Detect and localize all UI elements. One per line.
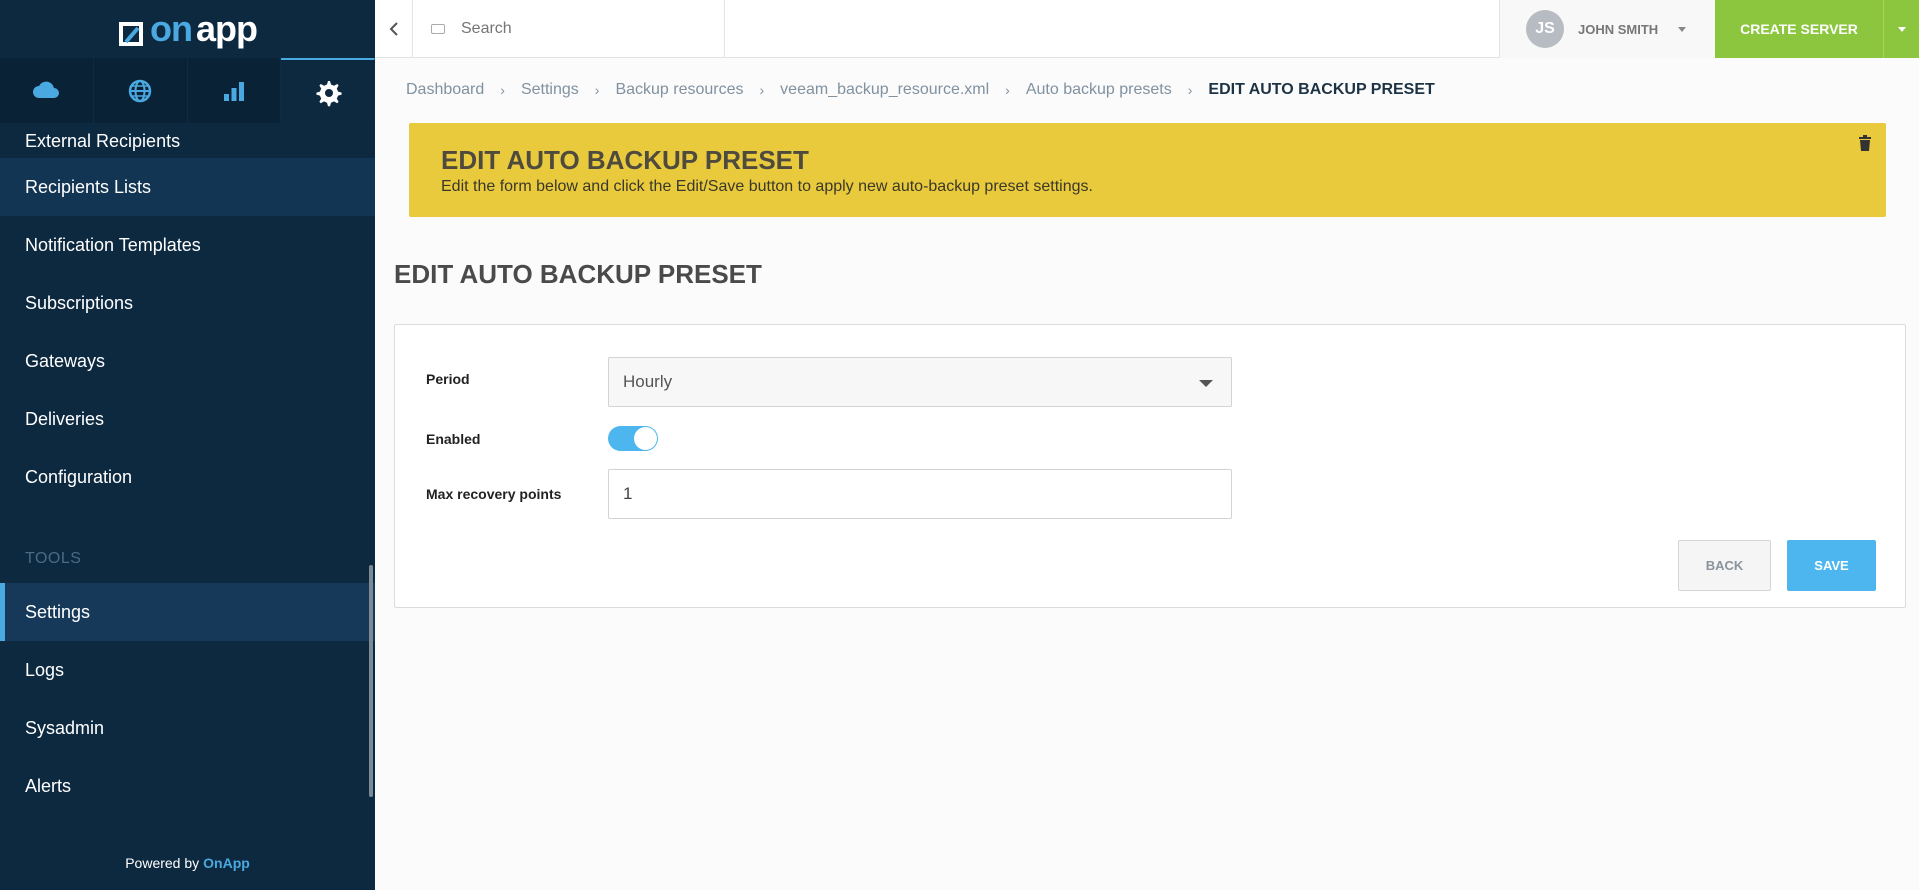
tab-cloud[interactable] xyxy=(0,58,94,123)
back-button[interactable]: BACK xyxy=(1678,540,1771,591)
sidebar-item-configuration[interactable]: Configuration xyxy=(0,448,375,506)
onapp-logo-mark-icon xyxy=(118,15,146,46)
globe-icon xyxy=(128,79,152,102)
banner-title: EDIT AUTO BACKUP PRESET xyxy=(441,145,809,175)
main-content: Dashboard › Settings › Backup resources … xyxy=(375,58,1919,890)
bar-chart-icon xyxy=(223,81,244,101)
keyboard-icon xyxy=(431,24,445,34)
sidebar-section-tools: TOOLS xyxy=(25,550,82,567)
powered-by: Powered by OnApp xyxy=(0,835,375,890)
sidebar-item-notification-templates[interactable]: Notification Templates xyxy=(0,216,375,274)
collapse-sidebar-button[interactable] xyxy=(375,0,413,58)
period-select-value: Hourly xyxy=(623,372,673,391)
search-input[interactable] xyxy=(461,20,681,38)
breadcrumb-separator-icon: › xyxy=(500,82,505,98)
sidebar-item-logs[interactable]: Logs xyxy=(0,641,375,699)
user-menu[interactable]: JS JOHN SMITH xyxy=(1499,0,1715,58)
sidebar-item-subscriptions[interactable]: Subscriptions xyxy=(0,274,375,332)
sidebar-item-settings[interactable]: Settings xyxy=(0,583,375,641)
page-title: EDIT AUTO BACKUP PRESET xyxy=(394,259,762,289)
onapp-logo[interactable]: on app xyxy=(118,8,258,50)
sidebar-item-external-recipients[interactable]: External Recipients xyxy=(0,123,375,158)
create-server-dropdown-button[interactable] xyxy=(1883,0,1919,58)
banner-text: Edit the form below and click the Edit/S… xyxy=(441,178,1093,195)
sidebar-nav: External Recipients Recipients Lists Not… xyxy=(0,123,375,813)
period-label: Period xyxy=(426,371,470,387)
breadcrumb-current: EDIT AUTO BACKUP PRESET xyxy=(1208,81,1435,98)
save-button[interactable]: SAVE xyxy=(1787,540,1876,591)
breadcrumb-settings[interactable]: Settings xyxy=(521,81,579,99)
powered-by-link[interactable]: OnApp xyxy=(203,855,250,871)
breadcrumb-auto-backup-presets[interactable]: Auto backup presets xyxy=(1026,81,1172,99)
logo-bar: on app xyxy=(0,0,375,58)
max-recovery-points-label: Max recovery points xyxy=(426,486,562,502)
powered-by-text: Powered by xyxy=(125,854,200,871)
gear-icon xyxy=(316,80,342,106)
sidebar-item-gateways[interactable]: Gateways xyxy=(0,332,375,390)
sidebar-scrollbar[interactable] xyxy=(369,565,373,797)
create-server-button[interactable]: CREATE SERVER xyxy=(1715,0,1883,58)
enabled-toggle[interactable] xyxy=(608,426,658,451)
form-card: Period Hourly Enabled Max recovery point… xyxy=(394,324,1906,608)
breadcrumb-separator-icon: › xyxy=(1005,82,1010,98)
chevron-left-icon xyxy=(389,22,398,36)
breadcrumb-separator-icon: › xyxy=(759,82,765,98)
info-banner: EDIT AUTO BACKUP PRESET Edit the form be… xyxy=(409,123,1886,217)
sidebar-item-deliveries[interactable]: Deliveries xyxy=(0,390,375,448)
sidebar-item-recipients-lists[interactable]: Recipients Lists xyxy=(0,158,375,216)
topbar: JS JOHN SMITH CREATE SERVER xyxy=(375,0,1919,58)
tab-globe[interactable] xyxy=(94,58,188,123)
toggle-knob xyxy=(634,427,657,450)
chevron-down-icon xyxy=(1678,26,1687,32)
logo-text-on: on xyxy=(150,8,193,49)
enabled-label: Enabled xyxy=(426,431,481,447)
period-select[interactable]: Hourly xyxy=(608,357,1232,407)
max-recovery-points-field[interactable] xyxy=(608,469,1232,519)
sidebar-item-sysadmin[interactable]: Sysadmin xyxy=(0,699,375,757)
logo-text-app: app xyxy=(195,8,258,49)
breadcrumb-separator-icon: › xyxy=(1187,82,1193,98)
breadcrumb-dashboard[interactable]: Dashboard xyxy=(406,81,484,99)
sidebar-icon-tabs xyxy=(0,58,375,123)
breadcrumb-backup-resources[interactable]: Backup resources xyxy=(615,81,743,99)
breadcrumb-resource-file[interactable]: veeam_backup_resource.xml xyxy=(780,81,989,99)
tab-statistics[interactable] xyxy=(188,58,282,123)
sidebar-item-alerts[interactable]: Alerts xyxy=(0,757,375,813)
search-box xyxy=(413,0,725,58)
chevron-down-icon xyxy=(1199,380,1213,387)
sidebar: on app External Recipients Recipients Lis… xyxy=(0,0,375,890)
avatar: JS xyxy=(1526,10,1564,48)
trash-icon[interactable] xyxy=(1858,135,1872,151)
user-name: JOHN SMITH xyxy=(1578,21,1659,37)
chevron-down-icon xyxy=(1897,26,1906,32)
tab-settings[interactable] xyxy=(281,58,375,123)
cloud-icon xyxy=(33,81,60,98)
breadcrumb: Dashboard › Settings › Backup resources … xyxy=(406,81,1435,99)
breadcrumb-separator-icon: › xyxy=(594,82,600,98)
